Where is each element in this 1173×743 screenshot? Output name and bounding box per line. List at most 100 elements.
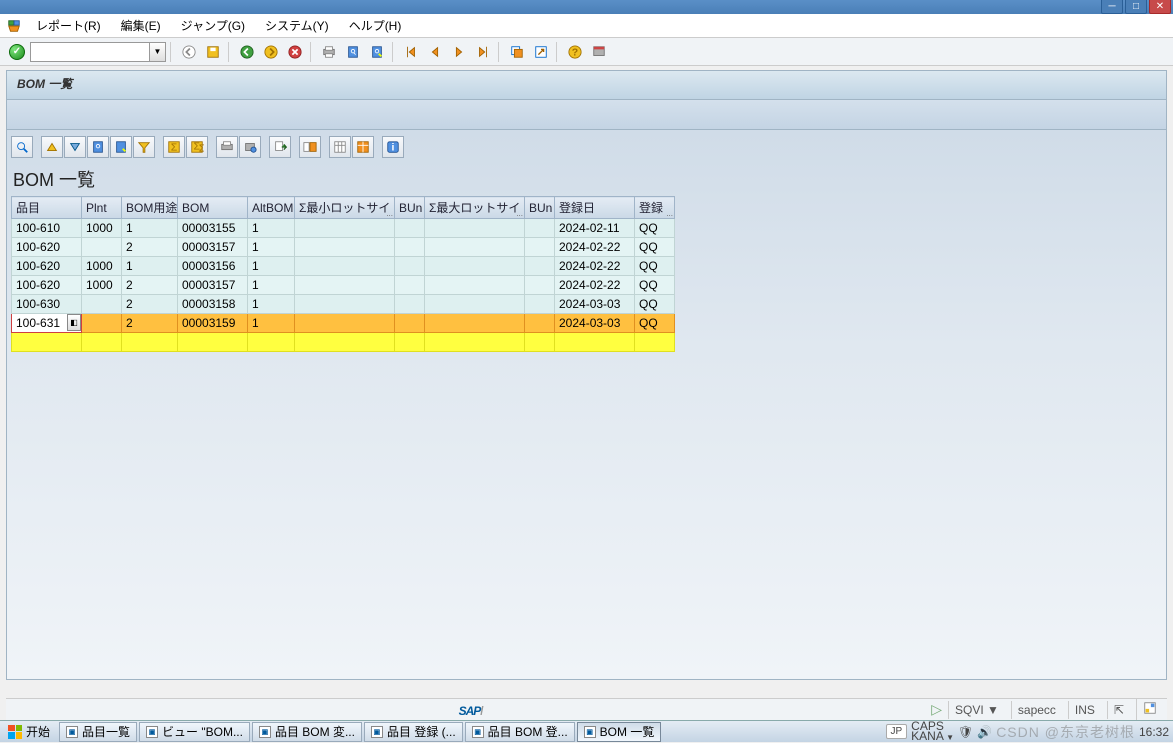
table-row[interactable] bbox=[12, 333, 675, 352]
menu-report[interactable]: レポート(R) bbox=[28, 15, 109, 36]
status-nav-icon[interactable]: ▷ bbox=[931, 701, 942, 718]
tray-lang[interactable]: JP bbox=[886, 724, 908, 739]
alv-col-header[interactable]: 品目 bbox=[12, 197, 82, 219]
table-cell[interactable]: 1 bbox=[248, 295, 295, 314]
alv-select-layout-button[interactable] bbox=[329, 136, 351, 158]
f4-help-icon[interactable]: ◧ bbox=[67, 314, 81, 331]
table-cell[interactable] bbox=[425, 333, 525, 352]
alv-export-button[interactable] bbox=[269, 136, 291, 158]
alv-grid[interactable]: 品目PlntBOM用途BOMAltBOMΣ最小ロットサイ...BUnΣ最大ロット… bbox=[11, 196, 675, 352]
table-cell[interactable] bbox=[425, 314, 525, 333]
table-cell[interactable] bbox=[178, 333, 248, 352]
alv-col-header[interactable]: Σ最大ロットサイ... bbox=[425, 197, 525, 219]
table-cell[interactable]: 100-620 bbox=[12, 276, 82, 295]
table-cell[interactable] bbox=[425, 276, 525, 295]
table-cell[interactable] bbox=[525, 276, 555, 295]
back-green-button[interactable] bbox=[236, 41, 258, 63]
table-cell[interactable]: QQ bbox=[635, 295, 675, 314]
table-cell[interactable] bbox=[82, 314, 122, 333]
table-cell[interactable] bbox=[295, 276, 395, 295]
alv-print-button[interactable] bbox=[216, 136, 238, 158]
table-row[interactable]: 100-62020000315712024-02-22QQ bbox=[12, 238, 675, 257]
menu-system-icon[interactable] bbox=[4, 17, 24, 35]
table-row[interactable]: 100-620100010000315612024-02-22QQ bbox=[12, 257, 675, 276]
alv-col-header[interactable]: Plnt bbox=[82, 197, 122, 219]
alv-col-header[interactable]: Σ最小ロットサイ... bbox=[295, 197, 395, 219]
table-cell[interactable] bbox=[395, 257, 425, 276]
table-cell[interactable] bbox=[122, 333, 178, 352]
find-button[interactable] bbox=[342, 41, 364, 63]
table-cell[interactable] bbox=[82, 333, 122, 352]
table-cell[interactable]: 00003157 bbox=[178, 238, 248, 257]
table-row[interactable]: 100-630 2000031581 2024-03-03QQ bbox=[12, 295, 675, 314]
alv-col-header[interactable]: BUn bbox=[395, 197, 425, 219]
table-cell[interactable]: 2 bbox=[122, 314, 178, 333]
table-cell[interactable]: 2 bbox=[122, 295, 178, 314]
table-cell[interactable]: 1 bbox=[248, 257, 295, 276]
table-cell[interactable]: 100-630 bbox=[12, 295, 82, 314]
alv-view-button[interactable] bbox=[239, 136, 261, 158]
table-cell[interactable] bbox=[395, 314, 425, 333]
menu-jump[interactable]: ジャンプ(G) bbox=[173, 15, 253, 36]
table-cell[interactable]: QQ bbox=[635, 314, 675, 333]
table-cell[interactable] bbox=[12, 333, 82, 352]
last-page-button[interactable] bbox=[472, 41, 494, 63]
layout-menu-button[interactable] bbox=[588, 41, 610, 63]
start-button[interactable]: 开始 bbox=[0, 721, 58, 742]
tray-clock[interactable]: 16:32 bbox=[1139, 725, 1169, 739]
taskbar-item[interactable]: ▣品目 登録 (... bbox=[364, 722, 463, 742]
status-tcode[interactable]: SQVI ▼ bbox=[948, 701, 1005, 719]
table-cell[interactable]: 2024-02-22 bbox=[555, 238, 635, 257]
help-button[interactable]: ? bbox=[564, 41, 586, 63]
table-cell[interactable]: 1 bbox=[248, 314, 295, 333]
table-cell[interactable]: 2024-02-22 bbox=[555, 257, 635, 276]
find-next-button[interactable] bbox=[366, 41, 388, 63]
cancel-button[interactable] bbox=[284, 41, 306, 63]
table-cell[interactable]: 1 bbox=[248, 238, 295, 257]
table-cell[interactable]: QQ bbox=[635, 276, 675, 295]
taskbar-item[interactable]: ▣ビュー "BOM... bbox=[139, 722, 250, 742]
alv-layout-change-button[interactable] bbox=[299, 136, 321, 158]
alv-col-header[interactable]: 登録... bbox=[635, 197, 675, 219]
table-cell[interactable]: 1 bbox=[248, 276, 295, 295]
alv-save-layout-button[interactable] bbox=[352, 136, 374, 158]
table-cell[interactable] bbox=[295, 238, 395, 257]
table-cell[interactable]: 100-631◧ bbox=[12, 314, 82, 333]
table-cell[interactable]: 1000 bbox=[82, 219, 122, 238]
table-cell[interactable]: 2 bbox=[122, 238, 178, 257]
table-cell[interactable]: 1 bbox=[122, 257, 178, 276]
alv-find-next-button[interactable] bbox=[110, 136, 132, 158]
table-row[interactable]: 100-620100020000315712024-02-22QQ bbox=[12, 276, 675, 295]
table-cell[interactable]: 2024-03-03 bbox=[555, 295, 635, 314]
table-cell[interactable] bbox=[635, 333, 675, 352]
table-cell[interactable] bbox=[525, 314, 555, 333]
save-button[interactable] bbox=[202, 41, 224, 63]
table-cell[interactable]: 00003158 bbox=[178, 295, 248, 314]
alv-col-header[interactable]: BUn bbox=[525, 197, 555, 219]
table-cell[interactable] bbox=[295, 314, 395, 333]
command-field[interactable]: ▼ bbox=[30, 42, 166, 62]
prev-page-button[interactable] bbox=[424, 41, 446, 63]
menu-system[interactable]: システム(Y) bbox=[257, 15, 337, 36]
alv-filter-button[interactable] bbox=[133, 136, 155, 158]
command-dropdown-icon[interactable]: ▼ bbox=[150, 42, 166, 62]
alv-info-button[interactable]: i bbox=[382, 136, 404, 158]
table-cell[interactable] bbox=[425, 238, 525, 257]
alv-find-button[interactable] bbox=[87, 136, 109, 158]
table-cell[interactable] bbox=[395, 219, 425, 238]
table-cell[interactable] bbox=[395, 276, 425, 295]
alv-total-button[interactable]: Σ bbox=[163, 136, 185, 158]
table-cell[interactable]: 100-620 bbox=[12, 257, 82, 276]
taskbar-item[interactable]: ▣BOM 一覧 bbox=[577, 722, 662, 742]
table-cell[interactable] bbox=[425, 295, 525, 314]
table-cell[interactable] bbox=[425, 257, 525, 276]
exit-button[interactable] bbox=[260, 41, 282, 63]
alv-col-header[interactable]: AltBOM bbox=[248, 197, 295, 219]
tray-volume-icon[interactable]: 🔊 bbox=[977, 725, 992, 739]
table-cell[interactable]: 1000 bbox=[82, 257, 122, 276]
table-cell[interactable]: 2024-03-03 bbox=[555, 314, 635, 333]
back-button[interactable] bbox=[178, 41, 200, 63]
table-cell[interactable]: 00003157 bbox=[178, 276, 248, 295]
menu-help[interactable]: ヘルプ(H) bbox=[341, 15, 410, 36]
table-cell[interactable] bbox=[395, 238, 425, 257]
